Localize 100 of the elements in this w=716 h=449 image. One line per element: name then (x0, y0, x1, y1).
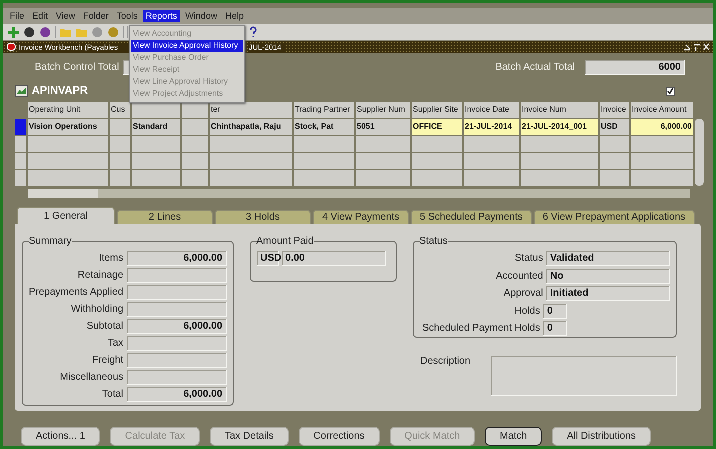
input-field[interactable]: 6,000.00 (126, 319, 227, 334)
table-cell[interactable] (631, 170, 693, 186)
table-cell[interactable] (110, 170, 130, 186)
table-cell[interactable] (110, 136, 130, 152)
table-cell[interactable] (600, 170, 629, 186)
table-cell[interactable] (356, 153, 410, 169)
table-cell[interactable] (412, 170, 462, 186)
table-cell[interactable] (412, 136, 462, 152)
column-header[interactable]: Invoice (600, 102, 629, 118)
menu-item[interactable]: View (53, 10, 78, 22)
column-header[interactable]: Cus (110, 102, 130, 118)
column-header[interactable]: Supplier Site (412, 102, 462, 118)
table-cell[interactable] (28, 136, 108, 152)
table-cell[interactable] (294, 170, 354, 186)
table-cell[interactable] (600, 153, 629, 169)
table-cell[interactable] (412, 153, 462, 169)
table-cell[interactable] (521, 170, 598, 186)
table-cell[interactable] (600, 136, 629, 152)
table-cell[interactable] (182, 119, 208, 135)
tab[interactable]: 5 Scheduled Payments (411, 210, 532, 224)
input-field[interactable] (126, 302, 227, 317)
scrollbar[interactable] (695, 119, 704, 186)
table-cell[interactable]: 21-JUL-2014 (464, 119, 519, 135)
tab[interactable]: 3 Holds (215, 210, 311, 224)
table-cell[interactable] (210, 153, 292, 169)
table-cell[interactable]: 21-JUL-2014_001 (521, 119, 598, 135)
action-button[interactable]: Match (485, 427, 542, 446)
table-cell[interactable] (356, 136, 410, 152)
menu-item[interactable]: Folder (80, 10, 112, 22)
input-field[interactable]: USD (256, 251, 279, 266)
table-cell[interactable] (132, 170, 180, 186)
column-header[interactable]: Operating Unit (28, 102, 108, 118)
input-field[interactable] (490, 356, 677, 396)
table-cell[interactable]: USD (600, 119, 629, 135)
tab[interactable]: 2 Lines (117, 210, 213, 224)
table-cell[interactable] (356, 170, 410, 186)
table-cell[interactable] (110, 153, 130, 169)
table-cell[interactable] (521, 136, 598, 152)
menu-item[interactable]: Edit (30, 10, 52, 22)
table-cell[interactable] (631, 136, 693, 152)
menu-item[interactable]: Help (222, 10, 247, 22)
table-cell[interactable] (132, 136, 180, 152)
column-header[interactable]: Invoice Amount (631, 102, 693, 118)
row-indicator[interactable] (15, 119, 26, 135)
menu-item[interactable]: Tools (114, 10, 141, 22)
table-cell[interactable] (294, 136, 354, 152)
input-field[interactable]: 0 (543, 304, 568, 319)
column-header[interactable]: Supplier Num (356, 102, 410, 118)
table-cell[interactable] (294, 153, 354, 169)
action-button[interactable]: Corrections (298, 427, 380, 446)
tab[interactable]: 4 View Payments (313, 210, 409, 224)
menu-item[interactable]: File (7, 10, 28, 22)
table-cell[interactable]: Stock, Pat (294, 119, 354, 135)
input-field[interactable]: 0 (543, 321, 568, 336)
table-cell[interactable]: Chinthapatla, Raju (210, 119, 292, 135)
input-field[interactable]: Validated (546, 251, 670, 266)
window-controls-icon[interactable] (683, 42, 709, 52)
table-cell[interactable] (464, 170, 519, 186)
input-field[interactable] (126, 370, 227, 385)
table-cell[interactable] (132, 153, 180, 169)
action-button[interactable]: Tax Details (210, 427, 289, 446)
column-header[interactable]: Invoice Date (464, 102, 519, 118)
checkbox[interactable] (666, 86, 675, 96)
table-cell[interactable]: 6,000.00 (631, 119, 693, 135)
column-header[interactable]: Invoice Num (521, 102, 598, 118)
table-cell[interactable]: OFFICE (412, 119, 462, 135)
column-header[interactable]: ter (210, 102, 292, 118)
input-field[interactable]: 6,000.00 (126, 387, 227, 402)
input-field[interactable] (126, 353, 227, 368)
table-cell[interactable] (182, 136, 208, 152)
table-cell[interactable] (631, 153, 693, 169)
input-field[interactable] (126, 285, 227, 300)
table-cell[interactable] (464, 136, 519, 152)
table-cell[interactable]: Standard (132, 119, 180, 135)
input-field[interactable]: 6000 (585, 60, 685, 74)
column-header[interactable]: Trading Partner (294, 102, 354, 118)
input-field[interactable] (126, 336, 227, 351)
table-cell[interactable]: Vision Operations (28, 119, 108, 135)
input-field[interactable]: No (546, 268, 670, 284)
input-field[interactable] (126, 268, 227, 283)
table-cell[interactable] (110, 119, 130, 135)
action-button[interactable]: Actions... 1 (21, 427, 100, 446)
table-cell[interactable] (182, 170, 208, 186)
input-field[interactable]: 6,000.00 (126, 251, 227, 266)
table-cell[interactable]: 5051 (356, 119, 410, 135)
tab[interactable]: 6 View Prepayment Applications (534, 210, 695, 224)
table-cell[interactable] (182, 153, 208, 169)
row-indicator[interactable] (15, 136, 26, 152)
table-cell[interactable] (464, 153, 519, 169)
row-indicator[interactable] (15, 153, 26, 169)
scrollbar[interactable] (28, 189, 690, 198)
table-cell[interactable] (28, 153, 108, 169)
input-field[interactable]: 0.00 (282, 251, 386, 266)
tab[interactable]: 1 General (17, 207, 115, 224)
table-cell[interactable] (521, 153, 598, 169)
menu-item[interactable]: Window (182, 10, 220, 22)
action-button[interactable]: All Distributions (552, 427, 651, 446)
table-cell[interactable] (210, 136, 292, 152)
menu-item[interactable]: View Invoice Approval History (131, 40, 243, 52)
row-indicator[interactable] (15, 170, 26, 186)
